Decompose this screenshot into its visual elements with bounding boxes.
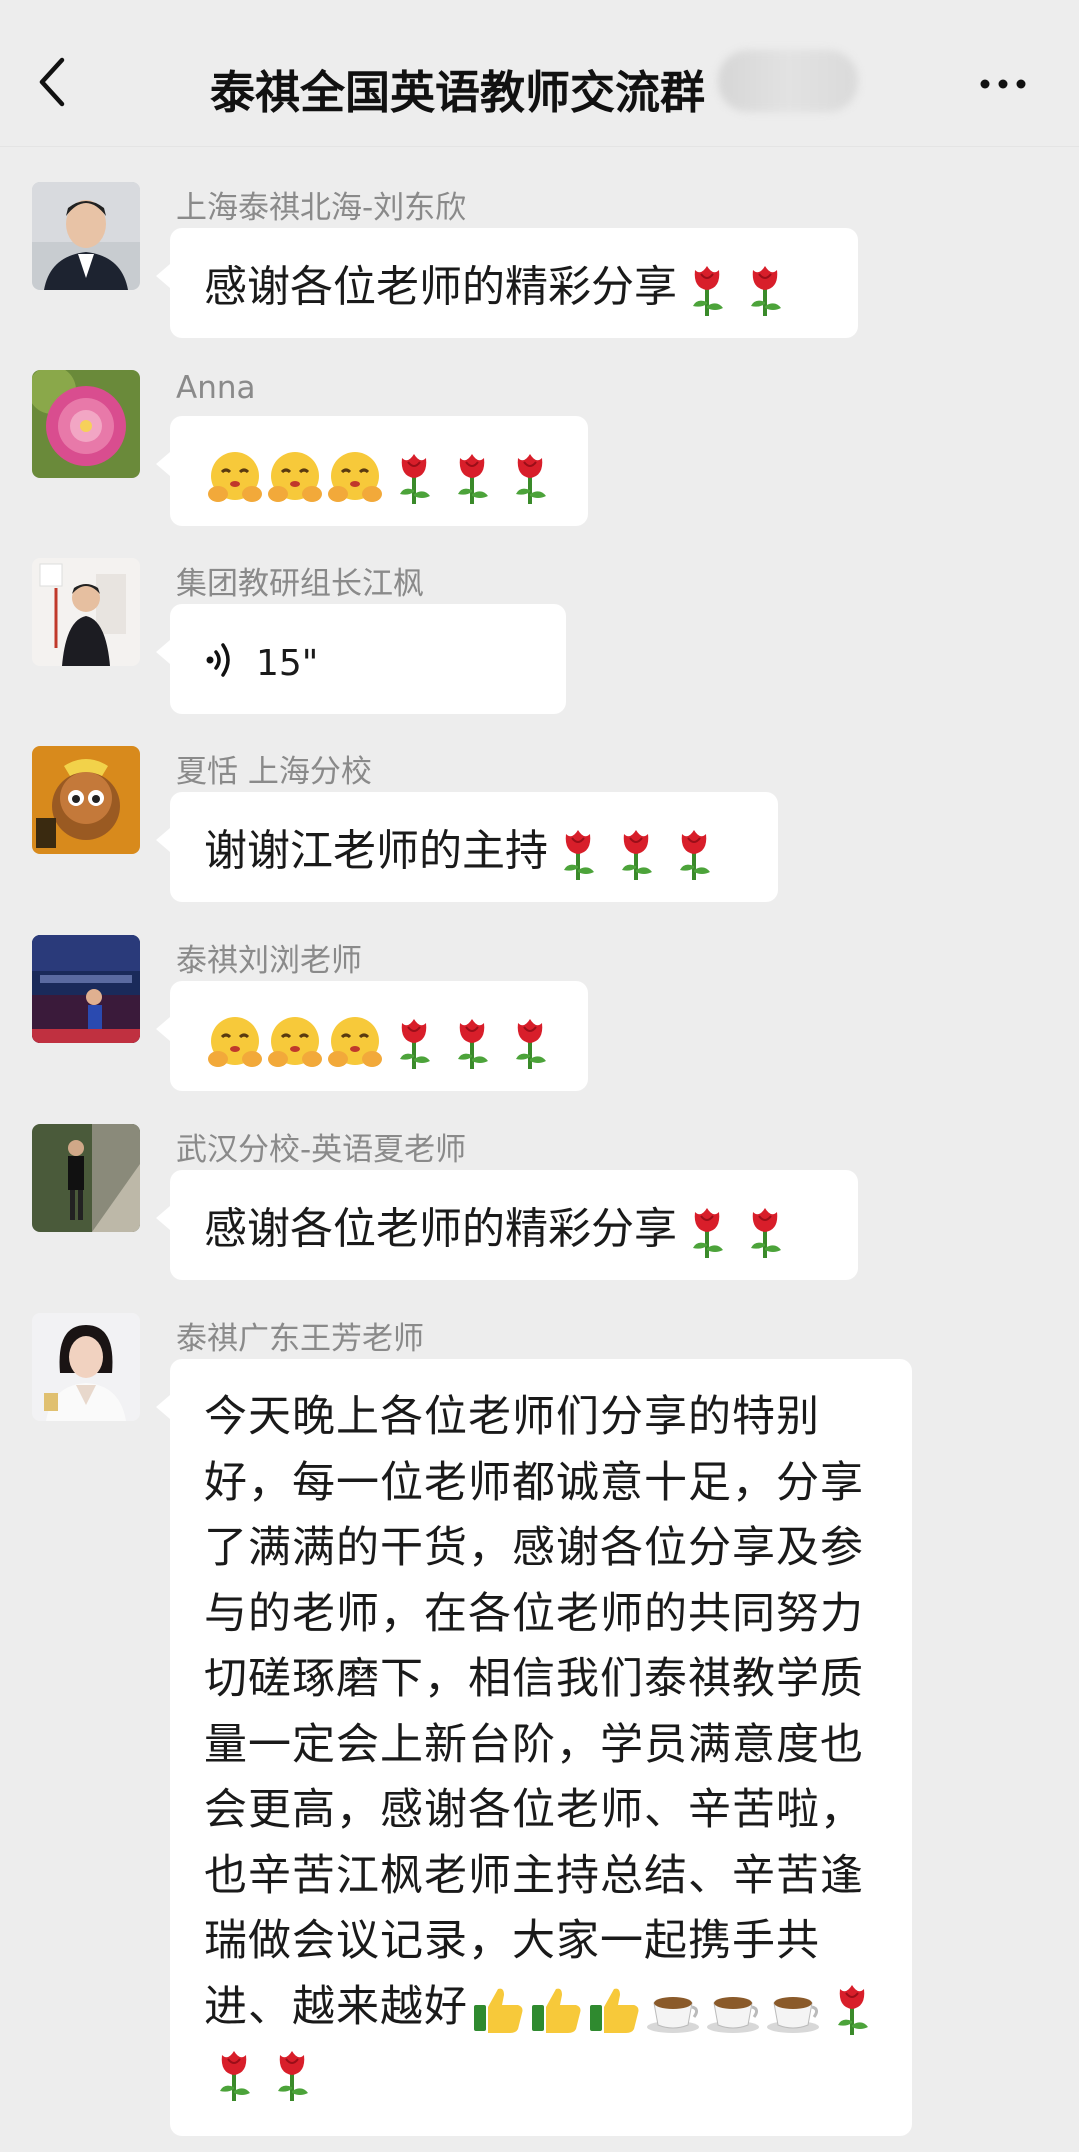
hug-emoji-icon bbox=[206, 450, 264, 506]
message-line: 量一定会上新台阶，学员满意度也 bbox=[204, 1719, 864, 1770]
avatar[interactable] bbox=[32, 1313, 140, 1421]
rose-emoji-icon bbox=[206, 2047, 262, 2103]
hug-emoji-icon bbox=[326, 450, 384, 506]
avatar[interactable] bbox=[32, 370, 140, 478]
avatar[interactable] bbox=[32, 558, 140, 666]
rose-emoji-icon bbox=[502, 450, 558, 506]
message-line: 切磋琢磨下，相信我们泰祺教学质 bbox=[204, 1654, 864, 1704]
rose-emoji-icon bbox=[444, 1015, 500, 1071]
message-line: 今天晚上各位老师们分享的特别 bbox=[204, 1392, 820, 1442]
message-line: 也辛苦江枫老师主持总结、辛苦逢 bbox=[204, 1850, 864, 1901]
message-line: 与的老师，在各位老师的共同努力 bbox=[204, 1588, 864, 1639]
sender-name: 泰祺刘浏老师 bbox=[176, 943, 362, 979]
thumbs-up-emoji-icon bbox=[470, 1983, 526, 2035]
header-divider bbox=[0, 146, 1079, 147]
voice-message-bubble[interactable]: 15" bbox=[156, 604, 566, 714]
rose-emoji-icon bbox=[502, 1015, 558, 1071]
avatar[interactable] bbox=[32, 746, 140, 854]
coffee-emoji-icon bbox=[704, 1983, 762, 2035]
message-line-emojis bbox=[204, 2040, 882, 2106]
rose-emoji-icon bbox=[386, 1015, 442, 1071]
coffee-emoji-icon bbox=[764, 1983, 822, 2035]
message-text: 谢谢江老师的主持 bbox=[204, 826, 548, 877]
voice-duration: 15" bbox=[256, 643, 319, 684]
rose-emoji-icon bbox=[550, 826, 606, 882]
more-options-icon[interactable] bbox=[975, 60, 1035, 108]
rose-emoji-icon bbox=[679, 262, 735, 318]
rose-emoji-icon bbox=[608, 826, 664, 882]
thumbs-up-emoji-icon bbox=[586, 1983, 642, 2035]
message-bubble[interactable]: 感谢各位老师的精彩分享 bbox=[156, 228, 858, 338]
sender-name: 夏恬 上海分校 bbox=[176, 754, 372, 790]
rose-emoji-icon bbox=[737, 262, 793, 318]
avatar[interactable] bbox=[32, 935, 140, 1043]
message-bubble[interactable]: 今天晚上各位老师们分享的特别 好，每一位老师都诚意十足，分享 了满满的干货，感谢… bbox=[156, 1359, 912, 2136]
voice-wave-icon bbox=[204, 640, 238, 688]
rose-emoji-icon bbox=[386, 450, 442, 506]
message-line-with-emojis: 进、越来越好 bbox=[204, 1975, 882, 2041]
message-text: 感谢各位老师的精彩分享 bbox=[204, 262, 677, 313]
chat-header: 泰祺全国英语教师交流群 bbox=[0, 0, 1079, 148]
blurred-member-count bbox=[718, 50, 858, 112]
sender-name: Anna bbox=[176, 370, 256, 406]
sender-name: 上海泰祺北海-刘东欣 bbox=[176, 190, 467, 226]
chat-title: 泰祺全国英语教师交流群 bbox=[210, 66, 706, 119]
sender-name: 泰祺广东王芳老师 bbox=[176, 1321, 424, 1357]
sender-name: 集团教研组长江枫 bbox=[176, 566, 424, 602]
coffee-emoji-icon bbox=[644, 1983, 702, 2035]
thumbs-up-emoji-icon bbox=[528, 1983, 584, 2035]
hug-emoji-icon bbox=[326, 1015, 384, 1071]
rose-emoji-icon bbox=[737, 1204, 793, 1260]
message-line: 好，每一位老师都诚意十足，分享 bbox=[204, 1457, 864, 1508]
message-bubble[interactable] bbox=[156, 981, 588, 1091]
avatar[interactable] bbox=[32, 1124, 140, 1232]
rose-emoji-icon bbox=[824, 1981, 880, 2037]
avatar[interactable] bbox=[32, 182, 140, 290]
sender-name: 武汉分校-英语夏老师 bbox=[176, 1132, 467, 1168]
rose-emoji-icon bbox=[264, 2047, 320, 2103]
rose-emoji-icon bbox=[444, 450, 500, 506]
back-arrow-icon[interactable] bbox=[32, 52, 82, 112]
message-text: 感谢各位老师的精彩分享 bbox=[204, 1204, 677, 1255]
hug-emoji-icon bbox=[206, 1015, 264, 1071]
message-bubble[interactable]: 谢谢江老师的主持 bbox=[156, 792, 778, 902]
message-bubble[interactable] bbox=[156, 416, 588, 526]
message-line: 进、越来越好 bbox=[204, 1981, 468, 2032]
message-line: 瑞做会议记录，大家一起携手共 bbox=[204, 1916, 820, 1966]
hug-emoji-icon bbox=[266, 450, 324, 506]
message-line: 了满满的干货，感谢各位分享及参 bbox=[204, 1523, 864, 1573]
hug-emoji-icon bbox=[266, 1015, 324, 1071]
rose-emoji-icon bbox=[666, 826, 722, 882]
message-line: 会更高，感谢各位老师、辛苦啦， bbox=[204, 1785, 864, 1835]
message-bubble[interactable]: 感谢各位老师的精彩分享 bbox=[156, 1170, 858, 1280]
rose-emoji-icon bbox=[679, 1204, 735, 1260]
